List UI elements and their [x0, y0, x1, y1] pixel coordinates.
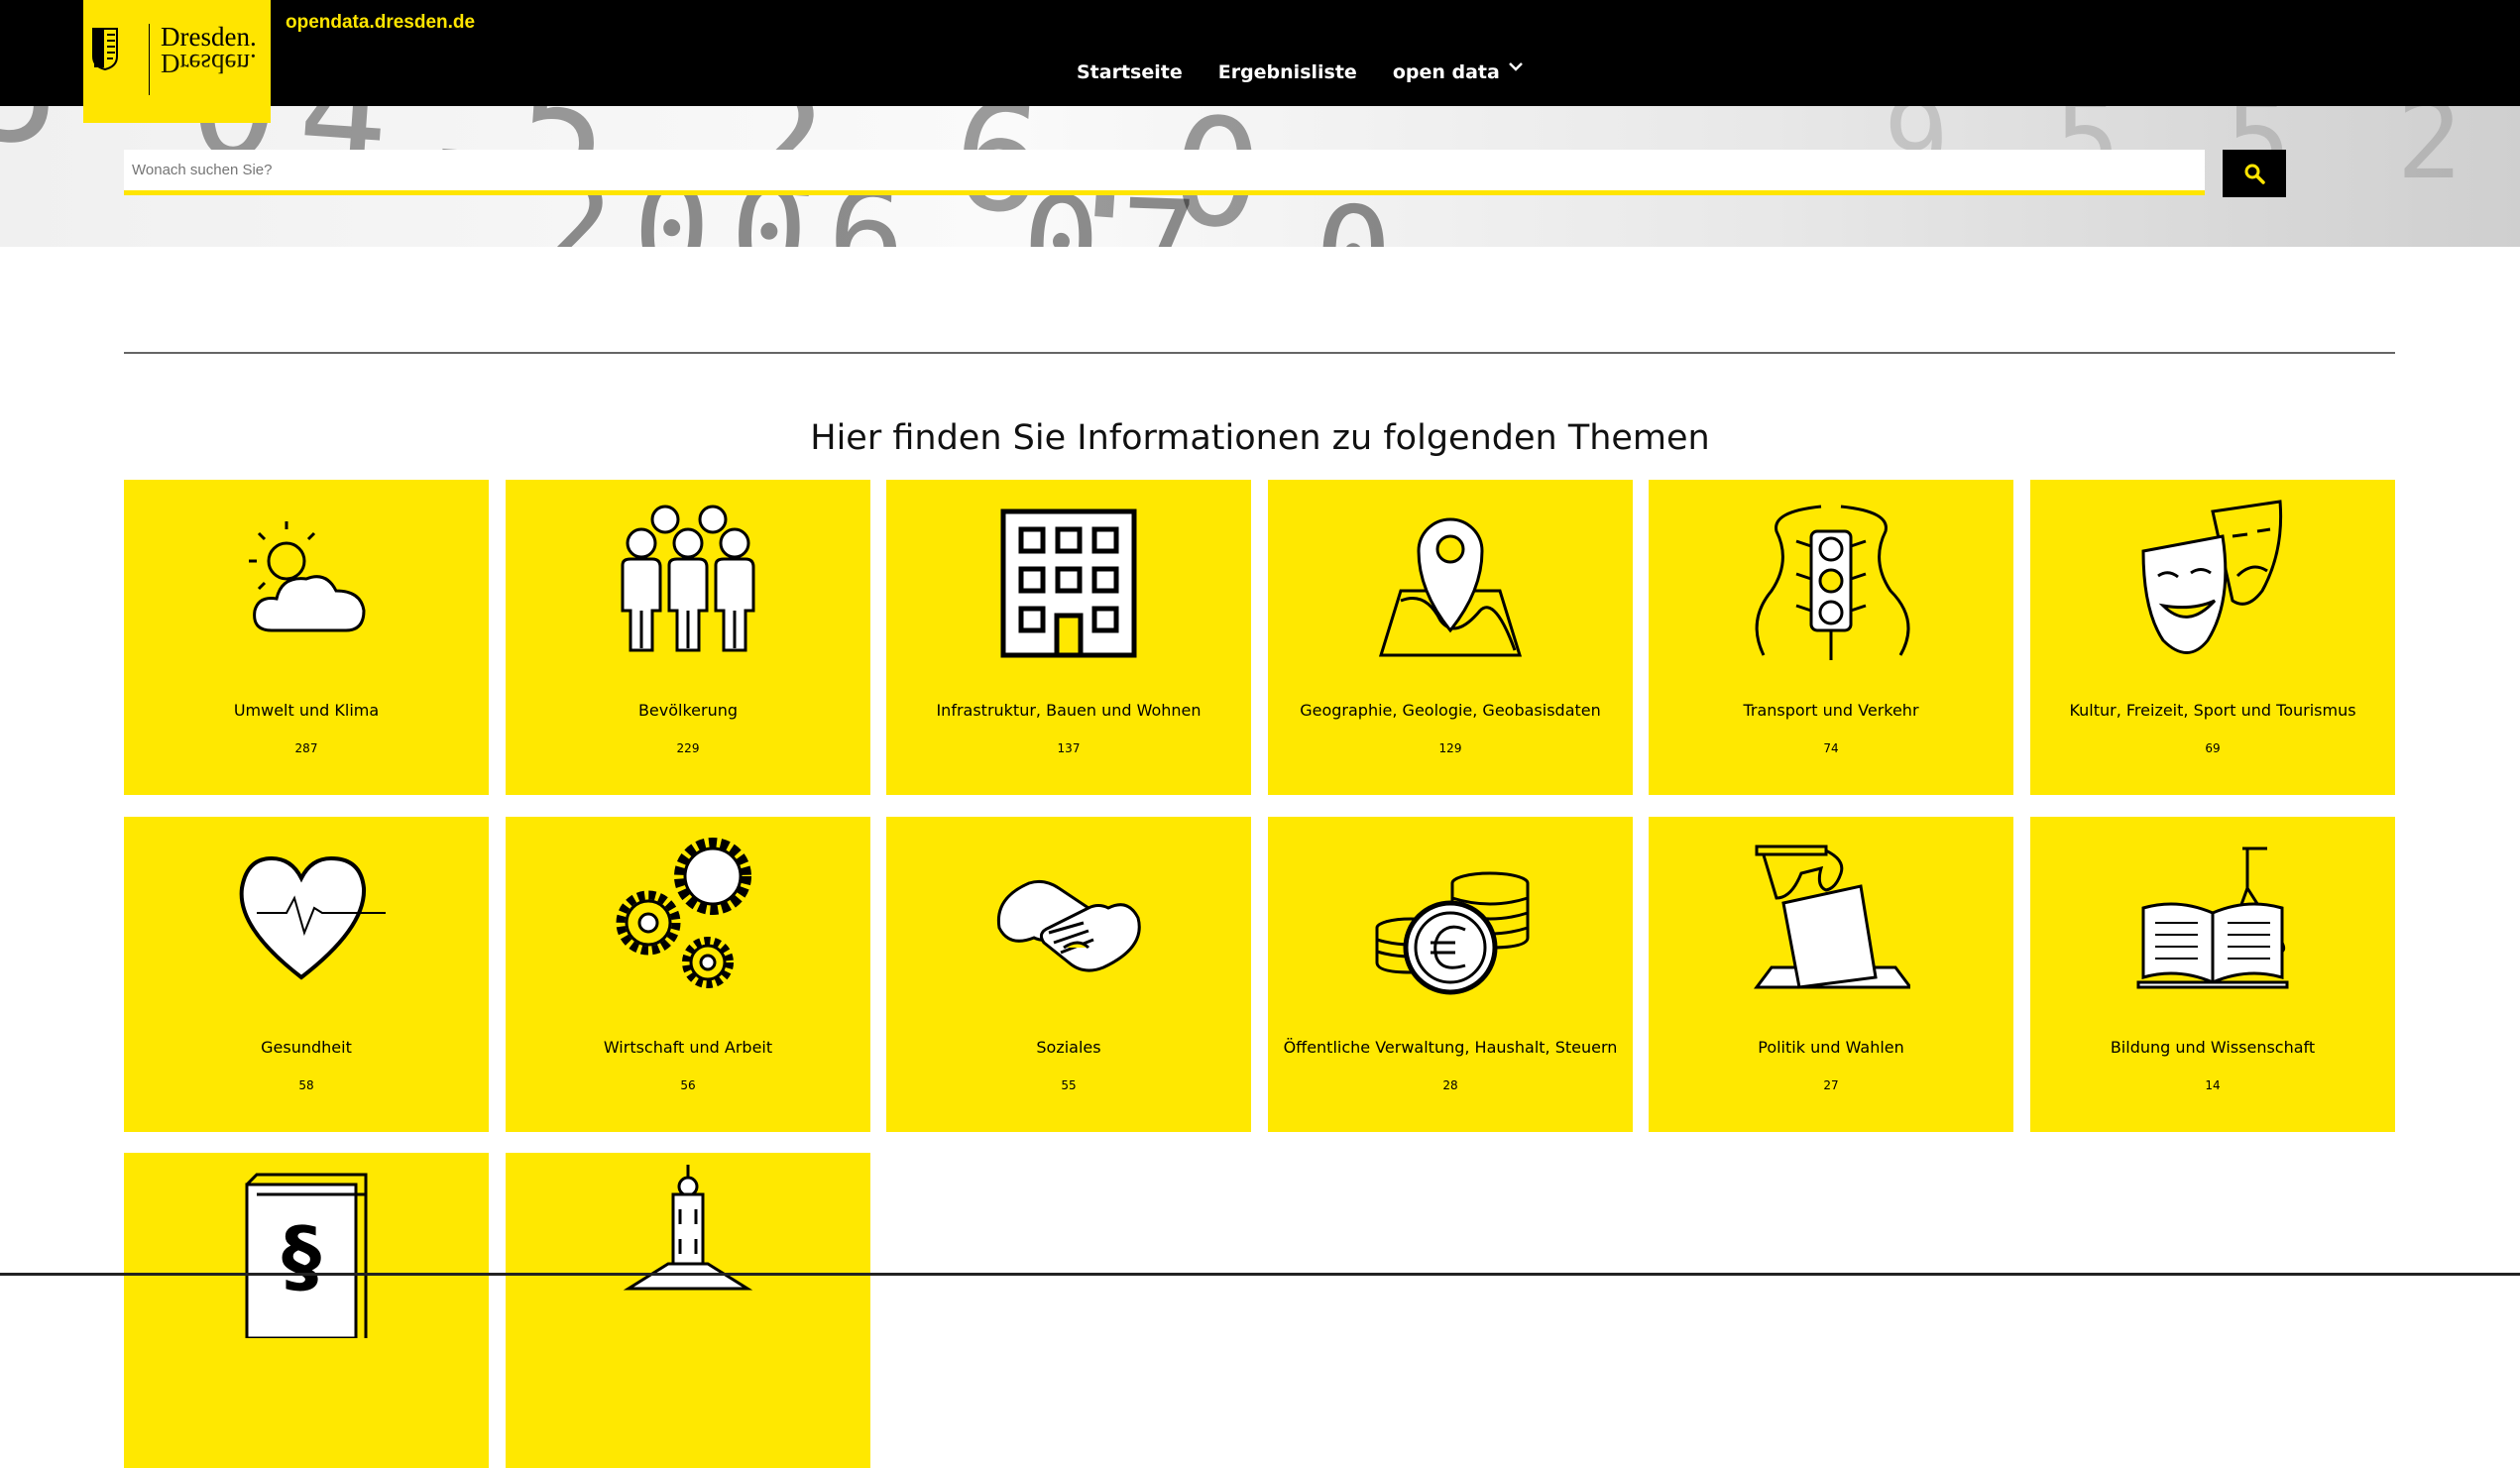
svg-text:§: § [282, 1210, 321, 1302]
section-divider [124, 352, 2395, 354]
topic-count: 58 [298, 1078, 314, 1092]
heart-pulse-icon [239, 855, 386, 980]
logo-divider [149, 24, 150, 95]
topic-count: 74 [1823, 741, 1839, 755]
topic-count: 27 [1823, 1078, 1839, 1092]
topic-count: 137 [1057, 741, 1081, 755]
logo-text-mirror: Dresden. [161, 49, 257, 78]
topic-tile-politik[interactable]: Politik und Wahlen 27 [1649, 817, 2013, 1132]
topic-tile-wirtschaft[interactable]: Wirtschaft und Arbeit 56 [506, 817, 870, 1132]
nav-label: Startseite [1077, 61, 1183, 83]
topic-tile-bildung[interactable]: Bildung und Wissenschaft 14 [2030, 817, 2395, 1132]
topic-label: Soziales [1036, 1038, 1101, 1057]
handshake-icon [996, 879, 1141, 972]
topic-count: 129 [1438, 741, 1462, 755]
topic-count: 287 [294, 741, 318, 755]
law-book-icon: § [245, 1173, 368, 1338]
topic-count: 14 [2205, 1078, 2221, 1092]
topic-count: 56 [680, 1078, 696, 1092]
town-hall-icon [623, 1165, 753, 1291]
topic-tile-soziales[interactable]: Soziales 55 [886, 817, 1251, 1132]
site-url-link[interactable]: opendata.dresden.de [286, 12, 475, 34]
topic-tile-gesundheit[interactable]: Gesundheit 58 [124, 817, 489, 1132]
traffic-light-icon [1755, 505, 1910, 660]
book-flask-icon [2136, 847, 2289, 989]
topic-tile-geographie[interactable]: Geographie, Geologie, Geobasisdaten 129 [1268, 480, 1633, 795]
search-button[interactable] [2223, 150, 2286, 197]
topic-label: Geographie, Geologie, Geobasisdaten [1300, 701, 1601, 720]
chevron-down-icon [1508, 62, 1523, 71]
topic-label: Öffentliche Verwaltung, Haushalt, Steuer… [1283, 1038, 1618, 1057]
nav-item-startseite[interactable]: Startseite [1077, 61, 1183, 83]
topic-count: 28 [1442, 1078, 1458, 1092]
topic-tile-infrastruktur[interactable]: Infrastruktur, Bauen und Wohnen 137 [886, 480, 1251, 795]
topic-count: 69 [2205, 741, 2221, 755]
topic-label: Kultur, Freizeit, Sport und Tourismus [2069, 701, 2356, 720]
topic-tile-kultur[interactable]: Kultur, Freizeit, Sport und Tourismus 69 [2030, 480, 2395, 795]
section-title: Hier finden Sie Informationen zu folgend… [810, 418, 1710, 458]
topic-count: 55 [1061, 1078, 1077, 1092]
coat-of-arms-icon [92, 28, 118, 70]
search-input[interactable] [124, 150, 2205, 195]
building-icon [1000, 508, 1137, 658]
topic-tile-recht[interactable]: § [124, 1153, 489, 1468]
topic-tile-bevoelkerung[interactable]: Bevölkerung 229 [506, 480, 870, 795]
topic-label: Infrastruktur, Bauen und Wohnen [936, 701, 1202, 720]
topic-tile-umwelt[interactable]: Umwelt und Klima 287 [124, 480, 489, 795]
nav-label: Ergebnisliste [1217, 61, 1357, 83]
topic-label: Wirtschaft und Arbeit [603, 1038, 773, 1057]
ballot-icon [1754, 845, 1910, 989]
map-pin-icon [1378, 517, 1523, 657]
coins-icon [1375, 871, 1530, 995]
nav-item-ergebnisliste[interactable]: Ergebnisliste [1218, 61, 1357, 83]
top-header: Dresden. Dresden. opendata.dresden.de St… [0, 0, 2520, 123]
people-icon [621, 505, 755, 652]
nav-label: open data [1392, 61, 1500, 83]
topic-tile-verwaltung[interactable]: Öffentliche Verwaltung, Haushalt, Steuer… [1268, 817, 1633, 1132]
gears-icon [616, 838, 751, 988]
topic-label: Bildung und Wissenschaft [2110, 1038, 2316, 1057]
topic-count: 229 [676, 741, 700, 755]
topic-tile-transport[interactable]: Transport und Verkehr 74 [1649, 480, 2013, 795]
nav-item-open-data[interactable]: open data [1393, 61, 1524, 83]
main-nav: Startseite Ergebnisliste open data [1077, 61, 1524, 83]
dresden-logo[interactable]: Dresden. Dresden. [83, 0, 271, 123]
topic-label: Gesundheit [261, 1038, 352, 1057]
topic-label: Transport und Verkehr [1743, 701, 1919, 720]
search-icon [2244, 164, 2265, 184]
weather-icon [249, 521, 366, 632]
topic-label: Bevölkerung [637, 701, 739, 720]
topic-label: Umwelt und Klima [233, 701, 380, 720]
topic-tile-stadtrat[interactable] [506, 1153, 870, 1468]
theater-masks-icon [2141, 500, 2283, 654]
topic-label: Politik und Wahlen [1758, 1038, 1904, 1057]
